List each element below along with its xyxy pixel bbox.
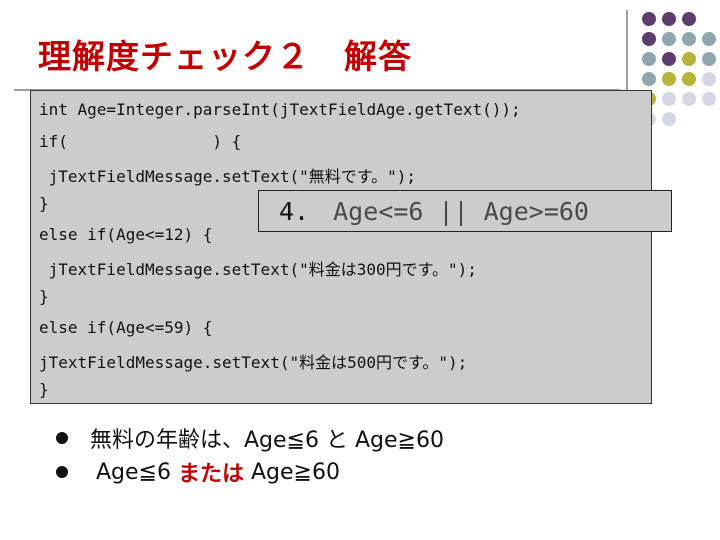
code-line: int Age=Integer.parseInt(jTextFieldAge.g… <box>39 100 521 119</box>
code-line: } <box>39 380 49 399</box>
code-line: else if(Age<=59) { <box>39 318 213 337</box>
decor-dot <box>642 32 656 46</box>
decor-dot <box>662 12 676 26</box>
decor-dot <box>682 32 696 46</box>
bullet-dot-icon <box>56 466 68 478</box>
slide-title: 理解度チェック２ 解答 <box>38 37 412 76</box>
decorative-dot-grid <box>640 10 720 130</box>
code-line: jTextFieldMessage.setText("無料です。"); <box>39 167 417 186</box>
decor-dot <box>702 72 716 86</box>
bullet-text-post: Age≧60 <box>244 459 340 485</box>
decor-dot <box>642 52 656 66</box>
decor-dot <box>682 12 696 26</box>
decor-dot <box>702 52 716 66</box>
code-line: } <box>39 287 49 306</box>
decor-dot <box>702 92 716 106</box>
decor-dot <box>682 52 696 66</box>
decor-dot <box>662 32 676 46</box>
decor-dot <box>702 32 716 46</box>
bullet-dot-icon <box>56 432 68 444</box>
decor-dot <box>682 92 696 106</box>
code-line: jTextFieldMessage.setText("料金は500円です。"); <box>39 353 468 372</box>
bullet-item: Age≦6 または Age≧60 <box>56 456 340 488</box>
bullet-emphasis: または <box>177 462 244 487</box>
decor-dot <box>662 92 676 106</box>
decor-dot <box>682 72 696 86</box>
code-line: if( ) { <box>39 132 242 151</box>
bullet-item: 無料の年齢は、Age≦6 と Age≧60 <box>56 422 444 454</box>
answer-callout: 4. Age<=6 || Age>=60 <box>258 190 672 232</box>
answer-number: 4. <box>279 196 310 226</box>
answer-expression: Age<=6 || Age>=60 <box>333 196 589 226</box>
code-line: jTextFieldMessage.setText("料金は300円です。"); <box>39 260 477 279</box>
bullet-text-pre: Age≦6 <box>96 459 178 485</box>
code-block: int Age=Integer.parseInt(jTextFieldAge.g… <box>30 90 652 404</box>
bullet-text: 無料の年齢は、Age≦6 と Age≧60 <box>90 428 444 453</box>
code-line: } <box>39 194 49 213</box>
decor-dot <box>642 12 656 26</box>
decor-dot <box>662 112 676 126</box>
decor-dot <box>662 72 676 86</box>
code-line: else if(Age<=12) { <box>39 225 213 244</box>
decor-dot <box>662 52 676 66</box>
decor-dot <box>642 72 656 86</box>
